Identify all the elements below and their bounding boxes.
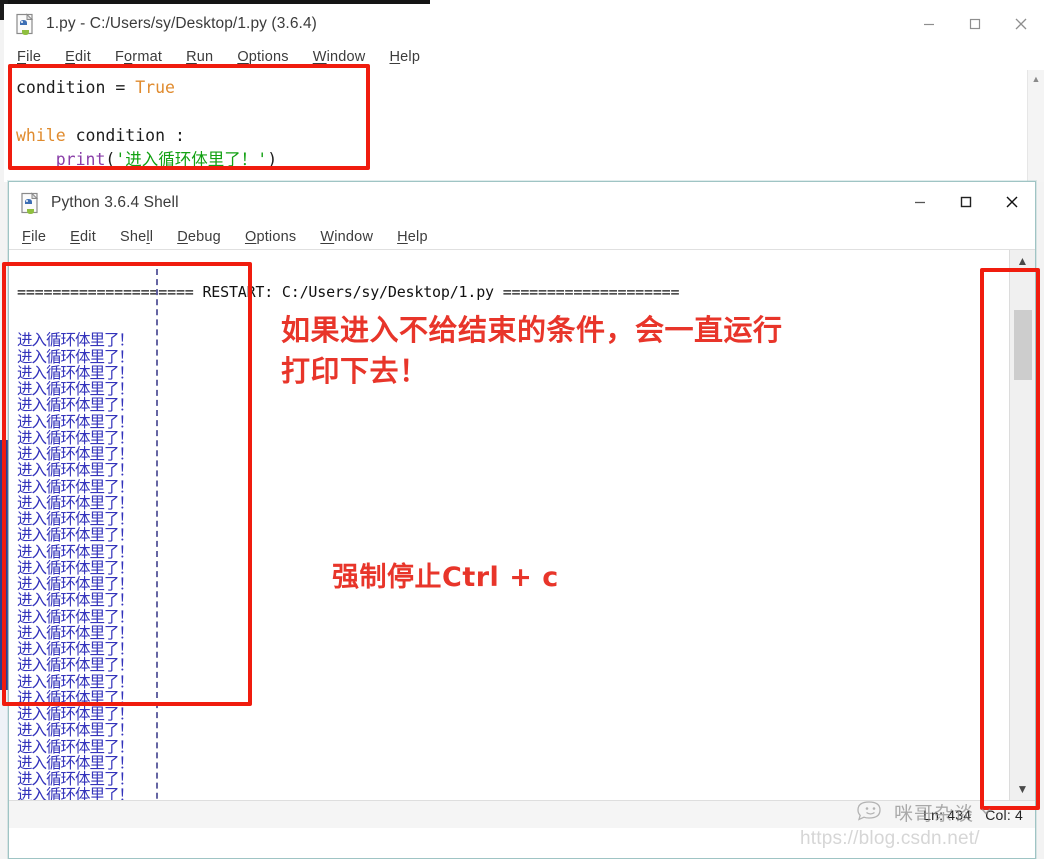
output-line: 进入循环体里了！	[17, 493, 134, 512]
shell-title: Python 3.6.4 Shell	[51, 194, 179, 211]
code-print-string: '进入循环体里了！'	[115, 150, 268, 169]
restart-banner: ==================== RESTART: C:/Users/s…	[17, 282, 680, 301]
output-line: 进入循环体里了！	[17, 445, 134, 463]
shell-titlebar[interactable]: Python 3.6.4 Shell	[9, 182, 1035, 224]
menu-options[interactable]: Options	[237, 49, 288, 65]
code-while-condition: condition :	[65, 126, 185, 145]
idle-editor-window: 1.py - C:/Users/sy/Desktop/1.py (3.6.4) …	[4, 4, 1044, 182]
code-paren-close: )	[267, 150, 278, 169]
output-line: 进入循环体里了！	[17, 542, 134, 561]
maximize-icon[interactable]	[943, 182, 989, 222]
minimize-icon[interactable]	[906, 4, 952, 44]
code-print-call: print	[55, 150, 106, 169]
output-line: 进入循环体里了！	[17, 753, 134, 772]
code-while-keyword: while	[16, 126, 66, 145]
python-idle-icon	[15, 13, 37, 35]
output-line: 进入循环体里了！	[17, 510, 134, 528]
csdn-watermark: https://blog.csdn.net/	[800, 828, 980, 849]
editor-source-code: condition = True while condition : print…	[16, 76, 277, 172]
code-paren-open: (	[105, 150, 116, 169]
output-line: 进入循环体里了！	[17, 623, 134, 642]
menu-help[interactable]: Help	[397, 229, 428, 245]
editor-title: 1.py - C:/Users/sy/Desktop/1.py (3.6.4)	[46, 15, 317, 32]
scrollbar-thumb[interactable]	[1014, 310, 1032, 380]
menu-file[interactable]: File	[22, 229, 46, 245]
chevron-down-icon	[980, 804, 992, 822]
menu-format[interactable]: Format	[115, 49, 162, 65]
chevron-down-icon[interactable]: ▼	[1010, 778, 1035, 800]
output-line: 进入循环体里了！	[17, 737, 134, 756]
shell-vertical-scrollbar[interactable]: ▲ ▼	[1009, 250, 1035, 828]
output-line: 进入循环体里了！	[17, 396, 134, 415]
output-line: 进入循环体里了！	[17, 705, 134, 723]
editor-window-controls	[906, 4, 1044, 44]
output-line: 进入循环体里了！	[17, 526, 134, 545]
code-true-literal: True	[135, 78, 175, 97]
brand-watermark-text: 咪哥杂谈	[894, 803, 975, 825]
menu-window[interactable]: Window	[320, 229, 373, 245]
menu-file[interactable]: File	[17, 49, 41, 65]
chevron-up-icon[interactable]: ▲	[1028, 70, 1044, 87]
python-idle-icon	[20, 192, 42, 214]
maximize-icon[interactable]	[952, 4, 998, 44]
output-line: 进入循环体里了！	[17, 607, 134, 626]
shell-window-controls	[897, 182, 1035, 222]
output-line: 进入循环体里了！	[17, 770, 134, 788]
editor-vertical-scrollbar[interactable]: ▲	[1027, 70, 1044, 182]
menu-shell[interactable]: Shell	[120, 229, 153, 245]
editor-titlebar[interactable]: 1.py - C:/Users/sy/Desktop/1.py (3.6.4)	[4, 4, 1044, 44]
shell-menubar: File Edit Shell Debug Options Window Hel…	[9, 224, 1035, 250]
output-line: 进入循环体里了！	[17, 461, 134, 480]
menu-options[interactable]: Options	[245, 229, 296, 245]
text-cursor-column-marker	[156, 269, 158, 828]
menu-edit[interactable]: Edit	[65, 49, 91, 65]
chevron-up-icon[interactable]: ▲	[1010, 250, 1035, 272]
menu-edit[interactable]: Edit	[70, 229, 96, 245]
code-var-condition: condition	[16, 78, 106, 97]
chat-smiley-icon	[854, 798, 888, 827]
output-line: 进入循环体里了！	[17, 688, 134, 707]
annotation-note-1: 如果进入不给结束的条件，会一直运行 打印下去！	[281, 313, 783, 388]
output-line: 进入循环体里了！	[17, 428, 134, 447]
output-line: 进入循环体里了！	[17, 672, 134, 691]
menu-run[interactable]: Run	[186, 49, 213, 65]
output-line: 进入循环体里了！	[17, 721, 134, 740]
minimize-icon[interactable]	[897, 182, 943, 222]
annotation-note-2: 强制停止Ctrl + c	[332, 562, 559, 593]
menu-help[interactable]: Help	[389, 49, 420, 65]
brand-watermark: 咪哥杂谈	[854, 798, 992, 827]
code-assign-op: =	[105, 78, 136, 97]
screen: 1.py - C:/Users/sy/Desktop/1.py (3.6.4) …	[0, 0, 1044, 859]
python-shell-window: Python 3.6.4 Shell File Edit Shell Debug…	[8, 181, 1036, 859]
editor-text-area[interactable]: condition = True while condition : print…	[4, 70, 1044, 182]
output-line: 进入循环体里了！	[17, 640, 134, 658]
output-line: 进入循环体里了！	[17, 656, 134, 675]
close-icon[interactable]	[989, 182, 1035, 222]
output-line: 进入循环体里了！	[17, 412, 134, 431]
close-icon[interactable]	[998, 4, 1044, 44]
output-line: 进入循环体里了！	[17, 477, 134, 496]
editor-menubar: File Edit Format Run Options Window Help	[4, 44, 1044, 70]
menu-window[interactable]: Window	[313, 49, 366, 65]
menu-debug[interactable]: Debug	[177, 229, 221, 245]
